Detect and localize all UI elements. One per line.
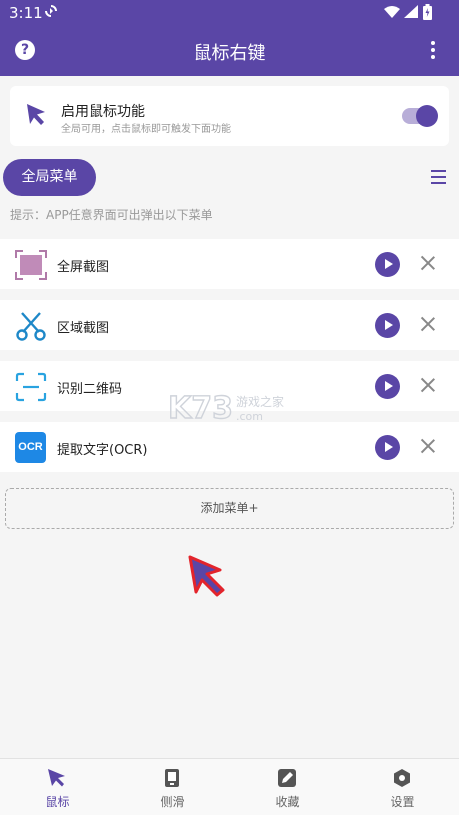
menu-item-label: 提取文字(OCR)	[57, 443, 148, 458]
close-icon[interactable]	[421, 378, 435, 392]
mouse-cursor-icon	[27, 104, 45, 125]
play-button[interactable]	[375, 252, 400, 277]
k73-watermark-logo: K73 游戏之家 .com	[168, 390, 284, 425]
fullscreen-screenshot-icon	[15, 250, 47, 280]
enable-mouse-toggle[interactable]	[402, 105, 438, 127]
page-title: 鼠标右键	[193, 43, 266, 64]
toggle-knob	[416, 105, 438, 127]
status-bar: 3:11	[0, 0, 459, 26]
ocr-icon: OCR	[15, 432, 46, 463]
menu-item-label: 区域截图	[57, 321, 110, 336]
close-icon[interactable]	[421, 256, 435, 270]
svg-text:K73: K73	[168, 391, 233, 425]
svg-text:游戏之家: 游戏之家	[236, 394, 284, 409]
more-options-icon[interactable]	[430, 41, 436, 59]
enable-mouse-card: 启用鼠标功能 全局可用，点击鼠标即可触发下面功能	[10, 86, 449, 146]
wifi-icon	[384, 6, 400, 18]
enable-mouse-title: 启用鼠标功能	[61, 104, 145, 120]
scissors-icon	[16, 312, 46, 341]
global-menu-chip[interactable]: 全局菜单	[3, 159, 96, 196]
nav-tab-side-swipe[interactable]: 侧滑	[115, 759, 230, 815]
svg-text:.com: .com	[236, 410, 263, 423]
nav-tab-favorites[interactable]: 收藏	[230, 759, 345, 815]
hint-text: 提示：APP任意界面可出弹出以下菜单	[10, 208, 213, 222]
side-swipe-icon	[165, 769, 179, 787]
menu-row-area-screenshot[interactable]: 区域截图	[0, 300, 459, 350]
menu-item-label: 全屏截图	[57, 260, 110, 275]
status-time: 3:11	[9, 4, 43, 22]
favorite-edit-icon	[278, 769, 296, 787]
menu-row-ocr[interactable]: OCR 提取文字(OCR)	[0, 422, 459, 472]
close-icon[interactable]	[421, 439, 435, 453]
app-bar: 3:11 ? 鼠标右键	[0, 0, 459, 76]
nav-label: 鼠标	[45, 795, 70, 809]
play-button[interactable]	[375, 313, 400, 338]
settings-hex-icon	[394, 769, 410, 787]
play-button[interactable]	[375, 374, 400, 399]
nav-label: 设置	[390, 795, 415, 809]
menu-item-label: 识别二维码	[57, 382, 123, 397]
play-button[interactable]	[375, 435, 400, 460]
mouse-cursor-icon	[48, 769, 65, 787]
sync-icon	[45, 5, 57, 17]
battery-icon	[423, 4, 432, 20]
add-menu-button[interactable]: 添加菜单+	[5, 488, 454, 529]
bottom-navigation: 鼠标 侧滑 收藏 设置	[0, 758, 459, 815]
nav-tab-settings[interactable]: 设置	[345, 759, 459, 815]
close-icon[interactable]	[421, 317, 435, 331]
large-cursor-icon	[188, 555, 225, 597]
signal-icon	[404, 5, 418, 18]
nav-label: 收藏	[275, 795, 300, 809]
list-menu-icon[interactable]	[431, 170, 446, 184]
menu-row-fullscreen-screenshot[interactable]: 全屏截图	[0, 239, 459, 289]
nav-label: 侧滑	[160, 795, 185, 809]
qr-scan-icon	[15, 372, 47, 402]
enable-mouse-subtitle: 全局可用，点击鼠标即可触发下面功能	[61, 124, 231, 135]
nav-tab-mouse[interactable]: 鼠标	[0, 759, 115, 815]
